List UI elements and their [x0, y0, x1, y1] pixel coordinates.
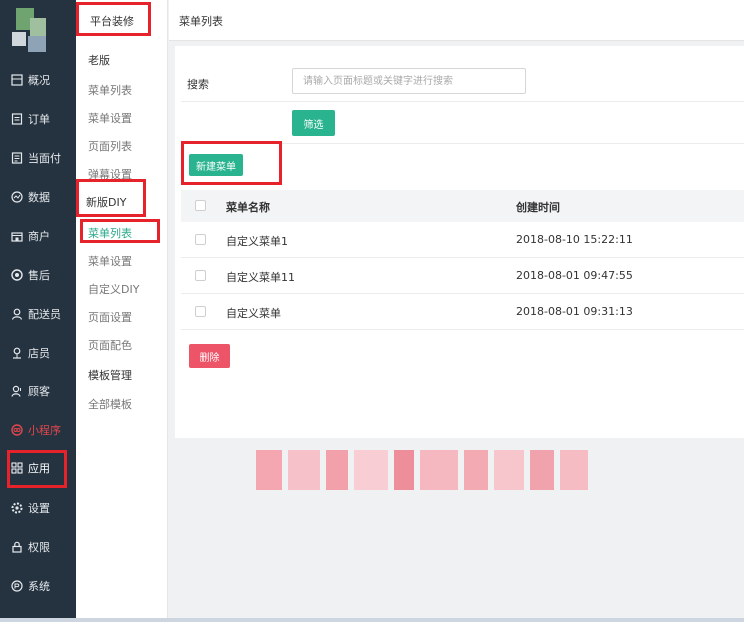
system-icon — [10, 579, 24, 593]
subnav-item-old-page-list[interactable]: 页面列表 — [88, 138, 132, 154]
nav-item-shop[interactable]: 商户 — [0, 221, 76, 251]
filter-button[interactable]: 筛选 — [292, 110, 335, 136]
clerk-icon — [10, 346, 24, 360]
permission-icon — [10, 540, 24, 554]
column-header-name: 菜单名称 — [226, 201, 270, 214]
select-all-checkbox[interactable] — [195, 200, 206, 211]
delete-button[interactable]: 删除 — [189, 344, 230, 368]
created-time: 2018-08-10 15:22:11 — [516, 233, 633, 246]
nav-item-courier[interactable]: 配送员 — [0, 299, 76, 329]
bottom-edge — [0, 618, 744, 622]
table-row[interactable]: 自定义菜单 2018-08-01 09:31:13 — [181, 294, 744, 330]
nav-label: 数据 — [28, 191, 50, 204]
nav-item-system[interactable]: 系统 — [0, 571, 76, 601]
search-input[interactable] — [292, 68, 526, 94]
row-checkbox[interactable] — [195, 306, 206, 317]
mini-program-icon — [10, 423, 24, 437]
highlight-box-new-diy — [76, 179, 146, 217]
nav-label: 售后 — [28, 269, 50, 282]
secondary-sidebar: 平台装修 老版 菜单列表 菜单设置 页面列表 弹幕设置 新版DIY 菜单列表 菜… — [76, 0, 168, 622]
page-title: 菜单列表 — [179, 15, 223, 28]
created-time: 2018-08-01 09:31:13 — [516, 305, 633, 318]
nav-item-after-sales[interactable]: 售后 — [0, 260, 76, 290]
nav-item-permission[interactable]: 权限 — [0, 532, 76, 562]
data-icon — [10, 190, 24, 204]
nav-item-settings[interactable]: 设置 — [0, 493, 76, 523]
subnav-group-templates: 模板管理 — [88, 369, 132, 382]
customer-icon — [10, 384, 24, 398]
column-header-created-time: 创建时间 — [516, 201, 560, 214]
nav-item-face-pay[interactable]: 当面付 — [0, 143, 76, 173]
subnav-item-new-menu-settings[interactable]: 菜单设置 — [88, 253, 132, 269]
shop-icon — [10, 229, 24, 243]
nav-label: 概况 — [28, 74, 50, 87]
header-bar: 菜单列表 — [169, 0, 744, 41]
subnav-item-custom-diy[interactable]: 自定义DIY — [88, 281, 139, 297]
nav-label: 商户 — [28, 230, 50, 243]
highlight-box-apps — [7, 450, 67, 488]
order-icon — [10, 112, 24, 126]
nav-item-mini-program[interactable]: 小程序 — [0, 415, 76, 445]
nav-item-data[interactable]: 数据 — [0, 182, 76, 212]
after-sales-icon — [10, 268, 24, 282]
settings-icon — [10, 501, 24, 515]
nav-label: 小程序 — [28, 424, 61, 437]
nav-label: 顾客 — [28, 385, 50, 398]
nav-label: 权限 — [28, 541, 50, 554]
row-checkbox[interactable] — [195, 234, 206, 245]
subnav-item-all-templates[interactable]: 全部模板 — [88, 396, 132, 412]
subnav-item-page-colors[interactable]: 页面配色 — [88, 337, 132, 353]
menu-name: 自定义菜单11 — [226, 271, 295, 284]
nav-label: 系统 — [28, 580, 50, 593]
subnav-item-old-menu-list[interactable]: 菜单列表 — [88, 82, 132, 98]
nav-item-customer[interactable]: 顾客 — [0, 376, 76, 406]
nav-item-order[interactable]: 订单 — [0, 104, 76, 134]
row-checkbox[interactable] — [195, 270, 206, 281]
table-row[interactable]: 自定义菜单1 2018-08-10 15:22:11 — [181, 222, 744, 258]
highlight-box-new-menu — [181, 141, 282, 185]
courier-icon — [10, 307, 24, 321]
menu-name: 自定义菜单 — [226, 307, 281, 320]
pixelated-watermark — [244, 450, 589, 490]
nav-label: 订单 — [28, 113, 50, 126]
nav-label: 设置 — [28, 502, 50, 515]
subnav-item-page-settings[interactable]: 页面设置 — [88, 309, 132, 325]
table-row[interactable]: 自定义菜单11 2018-08-01 09:47:55 — [181, 258, 744, 294]
subnav-item-old-menu-settings[interactable]: 菜单设置 — [88, 110, 132, 126]
highlight-box-platform-decoration — [76, 2, 151, 36]
subnav-group-old: 老版 — [88, 54, 110, 67]
avatar[interactable] — [10, 8, 52, 56]
highlight-box-menu-list — [80, 219, 160, 243]
table-header: 菜单名称 创建时间 — [181, 190, 744, 222]
divider — [181, 101, 744, 102]
created-time: 2018-08-01 09:47:55 — [516, 269, 633, 282]
nav-item-clerk[interactable]: 店员 — [0, 338, 76, 368]
menu-list-panel: 搜索 筛选 新建菜单 菜单名称 创建时间 自定义菜单1 2018-08-10 1… — [175, 46, 744, 438]
main-sidebar: 概况 订单 当面付 数据 商户 售后 配送员 店员 顾客 小程序 应用 设置 权… — [0, 0, 76, 622]
face-pay-icon — [10, 151, 24, 165]
nav-label: 店员 — [28, 347, 50, 360]
search-label: 搜索 — [187, 78, 209, 91]
main-content: 菜单列表 搜索 筛选 新建菜单 菜单名称 创建时间 自定义菜单1 2018-08… — [169, 0, 744, 622]
menu-name: 自定义菜单1 — [226, 235, 288, 248]
nav-item-overview[interactable]: 概况 — [0, 65, 76, 95]
nav-label: 当面付 — [28, 152, 61, 165]
overview-icon — [10, 73, 24, 87]
nav-label: 配送员 — [28, 308, 61, 321]
